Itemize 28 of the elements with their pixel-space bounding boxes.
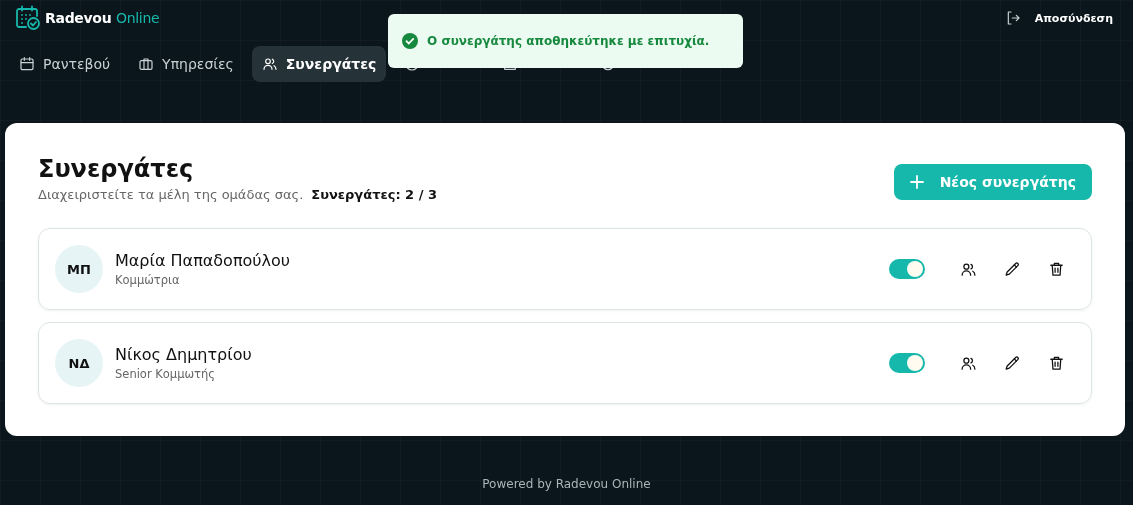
page-title: Συνεργάτες bbox=[38, 155, 195, 183]
page-subtitle: Διαχειριστείτε τα μέλη της ομάδας σας. bbox=[38, 187, 304, 202]
trash-icon bbox=[1047, 260, 1065, 278]
pencil-icon bbox=[1003, 260, 1021, 278]
footer-text: Powered by Radevou Online bbox=[482, 477, 651, 491]
briefcase-icon bbox=[138, 56, 155, 72]
partner-role: Senior Κομμωτής bbox=[115, 367, 217, 381]
plus-icon bbox=[909, 175, 924, 189]
trash-icon bbox=[1047, 354, 1065, 372]
check-circle-icon bbox=[402, 33, 418, 49]
toast-message: Ο συνεργάτης αποθηκεύτηκε με επιτυχία. bbox=[427, 34, 710, 48]
nav-tab[interactable]: Υπηρεσίες bbox=[128, 46, 244, 82]
pencil-icon bbox=[1003, 354, 1021, 372]
nav-tab[interactable]: Συνεργάτες bbox=[251, 46, 387, 82]
active-toggle[interactable] bbox=[889, 259, 925, 279]
partner-role: Κομμώτρια bbox=[115, 273, 181, 287]
active-toggle[interactable] bbox=[889, 353, 925, 373]
avatar: ΜΠ bbox=[55, 245, 103, 293]
users-icon bbox=[261, 56, 278, 72]
calendar-check-icon bbox=[15, 5, 41, 31]
avatar: ΝΔ bbox=[55, 339, 103, 387]
partner-count: Συνεργάτες: 2 / 3 bbox=[311, 187, 437, 202]
nav-tab[interactable]: Ραντεβού bbox=[9, 46, 121, 82]
partner-name: Μαρία Παπαδοπούλου bbox=[115, 251, 292, 270]
partner-name: Νίκος Δημητρίου bbox=[115, 345, 253, 364]
calendar-icon bbox=[19, 56, 35, 72]
logout-button[interactable]: Αποσύνδεση bbox=[1004, 10, 1113, 26]
brand-logo: Radevou Online bbox=[45, 10, 160, 26]
